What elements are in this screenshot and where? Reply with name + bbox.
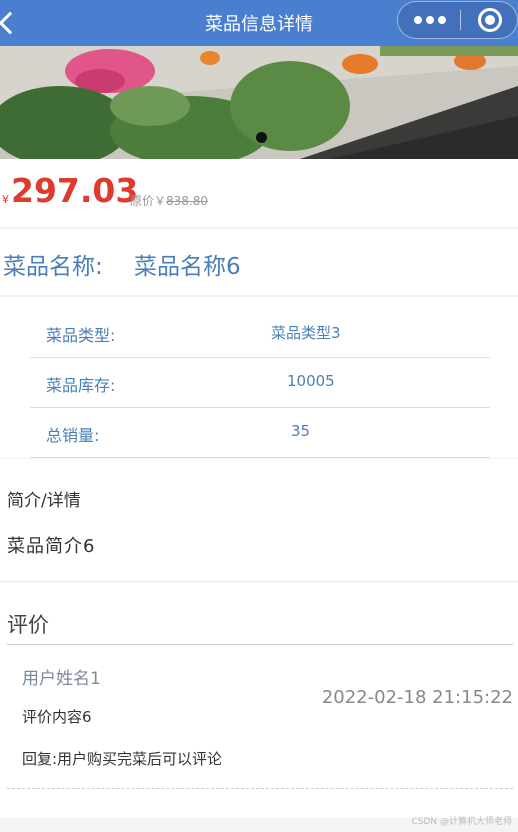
info-row-type: 菜品类型: 菜品类型3 — [30, 308, 490, 358]
info-key: 菜品库存: — [46, 376, 116, 395]
reviews-title: 评价 — [7, 613, 49, 637]
dish-name-label: 菜品名称: — [3, 254, 103, 280]
info-row-sales: 总销量: 35 — [30, 408, 490, 458]
mini-program-capsule — [397, 1, 518, 39]
navbar: 菜品信息详情 — [0, 0, 518, 46]
review-time: 2022-02-18 21:15:22 — [321, 687, 513, 708]
current-price: 297.03 — [11, 171, 139, 210]
description-title: 简介/详情 — [7, 491, 81, 511]
info-value: 35 — [291, 422, 311, 440]
original-price: 原价￥838.80 — [130, 192, 208, 209]
reviews-panel: 评价 用户姓名1 评价内容6 回复:用户购买完菜后可以评论 2022-02-18… — [0, 583, 518, 818]
currency-symbol: ¥ — [2, 193, 9, 206]
review-user-name: 用户姓名1 — [22, 669, 101, 689]
carousel-indicator-dot[interactable] — [256, 132, 267, 143]
description-panel: 简介/详情 菜品简介6 — [0, 459, 518, 580]
target-circle-icon[interactable] — [478, 8, 502, 32]
dashed-divider — [7, 788, 513, 789]
info-value: 10005 — [287, 372, 335, 390]
description-text: 菜品简介6 — [7, 536, 96, 557]
dish-name-panel: 菜品名称: 菜品名称6 — [0, 229, 518, 295]
info-key: 总销量: — [46, 426, 100, 445]
original-price-value: 838.80 — [166, 194, 209, 208]
dish-info-panel: 菜品类型: 菜品类型3 菜品库存: 10005 总销量: 35 — [0, 297, 518, 458]
original-price-label: 原价￥ — [130, 194, 167, 208]
banner-carousel[interactable] — [0, 46, 518, 159]
more-dots-icon[interactable] — [412, 10, 448, 30]
capsule-divider — [460, 10, 461, 30]
review-reply: 回复:用户购买完菜后可以评论 — [22, 750, 223, 768]
info-row-stock: 菜品库存: 10005 — [30, 358, 490, 408]
price-panel: ¥ 297.03 原价￥838.80 — [0, 159, 518, 227]
info-key: 菜品类型: — [46, 326, 116, 345]
watermark: CSDN @计算机大师老师 — [411, 817, 512, 827]
info-value: 菜品类型3 — [271, 324, 341, 342]
review-content: 评价内容6 — [22, 708, 92, 726]
dish-name-value: 菜品名称6 — [134, 254, 241, 280]
divider — [7, 644, 513, 645]
